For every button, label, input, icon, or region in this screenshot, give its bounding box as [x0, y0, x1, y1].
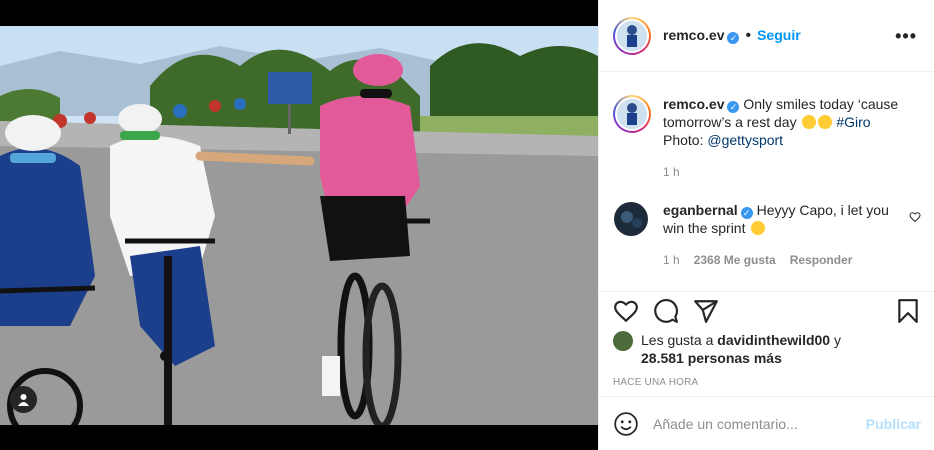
comment-meta: 1 h 2368 Me gusta Responder	[663, 251, 921, 269]
header-separator: •	[745, 26, 752, 44]
tagged-users-button[interactable]	[10, 386, 37, 413]
verified-badge-icon: ✓	[727, 31, 740, 44]
caption-time[interactable]: 1 h	[663, 165, 680, 179]
photo-credit-prefix: Photo:	[663, 132, 704, 148]
emoji-picker-icon[interactable]	[613, 411, 639, 437]
commenter-avatar-image	[614, 202, 648, 236]
action-icons	[613, 294, 921, 328]
author-avatar-image	[617, 20, 647, 51]
follow-button[interactable]: Seguir	[757, 27, 801, 43]
caption-body: remco.ev ✓ Only smiles today ‘cause tomor…	[663, 95, 921, 149]
caption-meta: 1 h	[663, 163, 921, 181]
actions-section: Les gusta a davidinthewild00 y 28.581 pe…	[599, 291, 934, 388]
caption-avatar-image	[617, 99, 647, 129]
comment-bubble-icon[interactable]	[653, 298, 679, 324]
post-sidebar: remco.ev ✓ • Seguir ••• remco.ev ✓ Only …	[598, 0, 934, 450]
likes-count[interactable]: 28.581 personas más	[641, 350, 782, 366]
save-bookmark-icon[interactable]	[895, 298, 921, 324]
likes-text: Les gusta a davidinthewild00 y 28.581 pe…	[641, 331, 841, 367]
likes-summary: Les gusta a davidinthewild00 y 28.581 pe…	[613, 331, 921, 367]
commenter-avatar[interactable]	[613, 201, 651, 239]
verified-badge-icon: ✓	[727, 101, 740, 113]
post-timestamp[interactable]: HACE UNA HORA	[613, 377, 921, 388]
share-paper-plane-icon[interactable]	[693, 298, 719, 324]
header-text: remco.ev ✓ • Seguir	[663, 27, 801, 45]
comment-composer: Añade un comentario... Publicar	[599, 396, 934, 450]
liker-avatar[interactable]	[613, 331, 633, 351]
caption: remco.ev ✓ Only smiles today ‘cause tomor…	[613, 95, 921, 181]
grinning-emoji-icon	[802, 115, 817, 129]
caption-username[interactable]: remco.ev	[663, 96, 724, 112]
post-photo[interactable]	[0, 26, 598, 425]
comment-username[interactable]: eganbernal	[663, 202, 738, 218]
reply-button[interactable]: Responder	[790, 253, 853, 267]
media-pane	[0, 0, 598, 450]
photo-credit-link[interactable]: @gettysport	[707, 132, 783, 148]
comment-item: eganbernal ✓ Heyyy Capo, i let you win th…	[613, 201, 921, 269]
comment-input[interactable]: Añade un comentario...	[653, 416, 866, 432]
hashtag-link[interactable]: #Giro	[836, 114, 870, 130]
dizzy-face-emoji-icon	[818, 115, 833, 129]
author-avatar[interactable]	[613, 16, 651, 55]
publish-button[interactable]: Publicar	[866, 416, 921, 432]
comment-likes[interactable]: 2368 Me gusta	[694, 253, 776, 267]
likes-prefix: Les gusta a	[641, 332, 714, 348]
likes-connector: y	[833, 332, 841, 348]
user-icon	[18, 394, 29, 406]
comment-time[interactable]: 1 h	[663, 253, 680, 267]
like-heart-icon[interactable]	[613, 298, 639, 324]
caption-avatar[interactable]	[613, 95, 651, 133]
comments-section: remco.ev ✓ Only smiles today ‘cause tomor…	[599, 73, 934, 291]
author-username[interactable]: remco.ev	[663, 27, 724, 43]
comment-like-heart-icon[interactable]	[909, 211, 921, 223]
instagram-post-modal: remco.ev ✓ • Seguir ••• remco.ev ✓ Only …	[0, 0, 934, 450]
more-options-icon[interactable]: •••	[895, 26, 917, 47]
liker-username[interactable]: davidinthewild00	[717, 332, 830, 348]
comment-body: eganbernal ✓ Heyyy Capo, i let you win th…	[663, 201, 921, 237]
post-header: remco.ev ✓ • Seguir •••	[599, 0, 934, 72]
cycling-photo-illustration	[0, 26, 598, 425]
smirk-emoji-icon	[751, 221, 766, 235]
verified-badge-icon: ✓	[740, 207, 753, 219]
